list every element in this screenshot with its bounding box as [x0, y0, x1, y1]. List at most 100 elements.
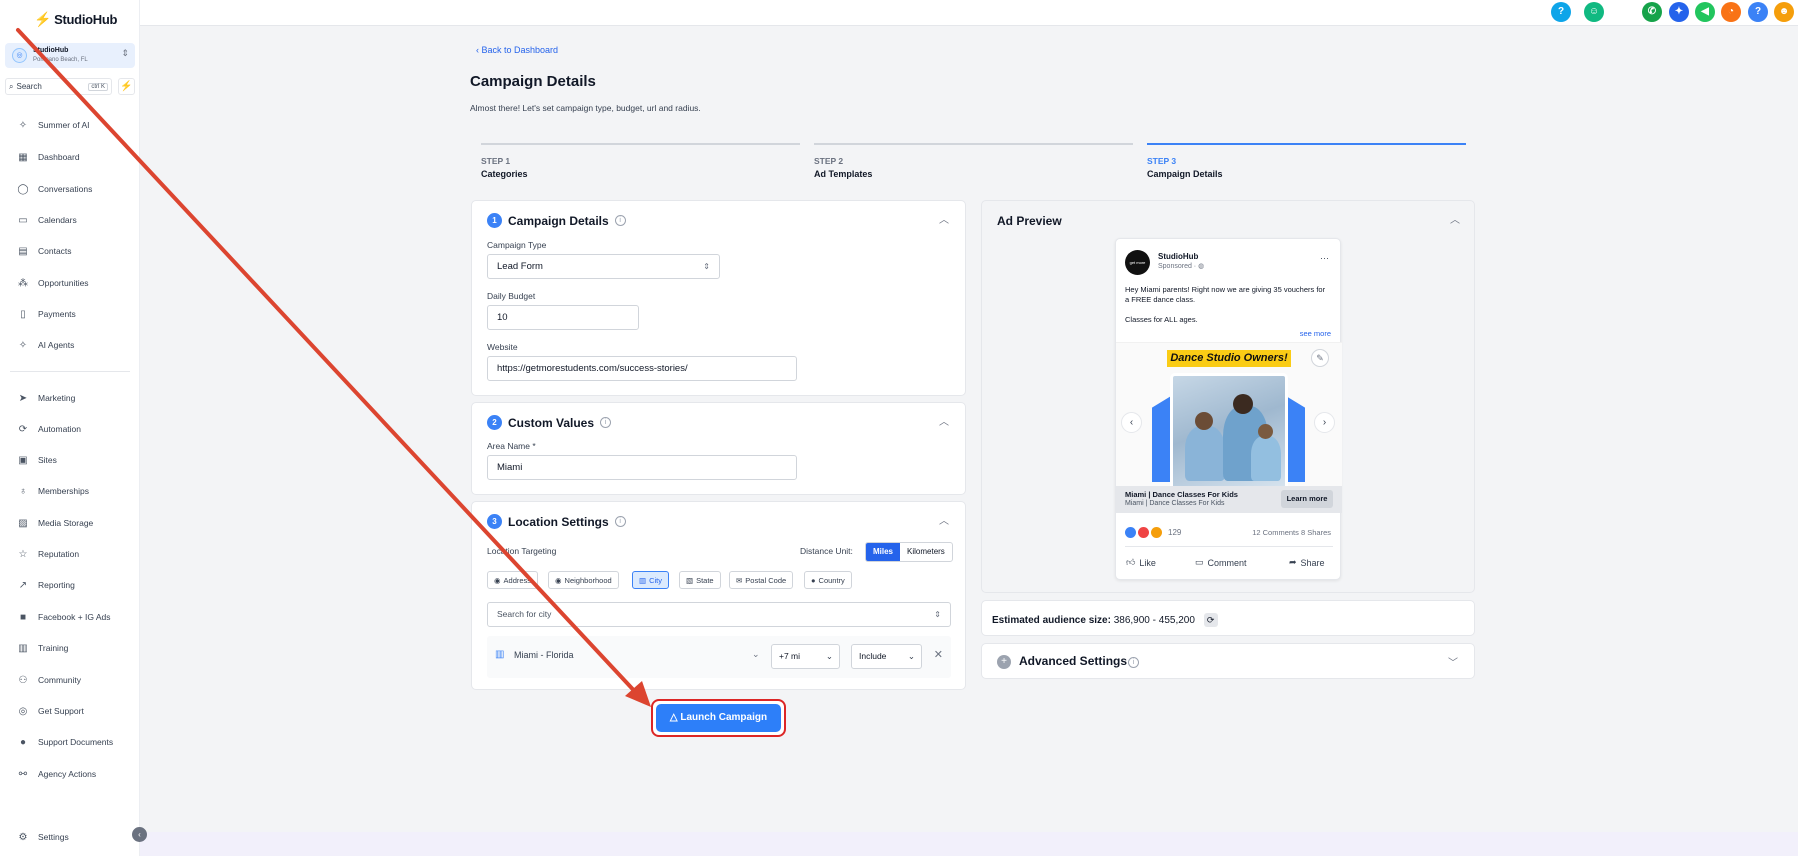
search-input[interactable]: ⌕ Search ctrl K — [5, 78, 112, 95]
sidebar-item-opportunities[interactable]: ⁂ Opportunities — [0, 273, 140, 293]
sidebar-item-sites[interactable]: ▣ Sites — [0, 450, 140, 470]
page-name: StudioHub — [1158, 252, 1199, 261]
city-search-input[interactable]: Search for city ⇕ — [487, 602, 951, 627]
chevron-down-icon: ﹀ — [1448, 658, 1458, 669]
chip-country[interactable]: ● Country — [804, 571, 852, 589]
step-campaign-details[interactable]: STEP 3 Campaign Details — [1147, 143, 1466, 179]
section-header[interactable]: 2 Custom Values i — [487, 415, 612, 430]
contacts-icon: ▤ — [18, 245, 28, 257]
sidebar-item-memberships[interactable]: ♁ Memberships — [0, 481, 140, 501]
account-switcher[interactable]: ◎ StudioHub Pompano Beach, FL ⇕ — [5, 43, 135, 68]
section-header[interactable]: 3 Location Settings i — [487, 514, 626, 529]
sparkle-button[interactable]: ✦ — [1669, 2, 1689, 22]
chip-city[interactable]: ▥ City — [632, 571, 670, 589]
sidebar-item-payments[interactable]: ▯ Payments — [0, 304, 140, 324]
notifications-button[interactable]: ◔ — [1721, 2, 1741, 22]
miles-option[interactable]: Miles — [866, 543, 901, 561]
daily-budget-input[interactable]: 10 — [487, 305, 639, 330]
website-input[interactable]: https://getmorestudents.com/success-stor… — [487, 356, 797, 381]
sparkle-icon: ✧ — [18, 119, 28, 131]
back-to-dashboard-link[interactable]: ‹ Back to Dashboard — [476, 45, 558, 55]
thumbs-up-icon: 👍︎ — [1126, 557, 1136, 567]
carousel-prev-button[interactable]: ‹ — [1121, 412, 1142, 433]
area-name-input[interactable]: Miami — [487, 455, 797, 480]
sidebar-item-label: Settings — [38, 832, 69, 842]
support-help-button[interactable]: ? — [1748, 2, 1768, 22]
carousel-next-button[interactable]: › — [1314, 412, 1335, 433]
info-icon[interactable]: i — [614, 516, 626, 527]
help-button[interactable]: ? — [1551, 2, 1571, 22]
sidebar-item-community[interactable]: ⚇ Community — [0, 670, 140, 690]
photo-figure — [1185, 426, 1225, 481]
sidebar-item-summer-of-ai[interactable]: ✧ Summer of AI — [0, 115, 140, 135]
sidebar-item-dashboard[interactable]: ▦ Dashboard — [0, 147, 140, 167]
city-icon: ▥ — [639, 575, 647, 585]
top-bar: ? ☺ ✆ ✦ ◀ ◔ ? ☻ — [140, 0, 1798, 26]
chevron-up-icon[interactable]: ︿ — [939, 211, 949, 226]
info-icon[interactable]: i — [600, 417, 612, 428]
include-select[interactable]: Include ⌄ — [851, 644, 922, 669]
chip-neighborhood[interactable]: ◉ Neighborhood — [548, 571, 619, 589]
announcements-button[interactable]: ◀ — [1695, 2, 1715, 22]
learn-more-button[interactable]: Learn more — [1281, 490, 1333, 508]
kilometers-option[interactable]: Kilometers — [900, 543, 952, 561]
sidebar-item-reputation[interactable]: ☆ Reputation — [0, 544, 140, 564]
sidebar-item-conversations[interactable]: ◯ Conversations — [0, 179, 140, 199]
chevron-up-icon[interactable]: ︿ — [939, 413, 949, 428]
section-title: Custom Values — [508, 415, 595, 430]
sidebar-item-calendars[interactable]: ▭ Calendars — [0, 210, 140, 230]
sidebar-item-training[interactable]: ▥ Training — [0, 638, 140, 658]
step-ad-templates[interactable]: STEP 2 Ad Templates — [814, 143, 1133, 179]
sidebar-item-support-documents[interactable]: ● Support Documents — [0, 732, 140, 752]
sidebar-item-reporting[interactable]: ↗ Reporting — [0, 575, 140, 595]
like-action[interactable]: 👍︎ Like — [1126, 557, 1156, 568]
facebook-icon: ■ — [19, 611, 27, 623]
see-more-link[interactable]: see more — [1300, 329, 1331, 338]
brand-logo[interactable]: ⚡ StudioHub — [34, 11, 117, 28]
sidebar-item-get-support[interactable]: ◎ Get Support — [0, 701, 140, 721]
sidebar-item-facebook-ig-ads[interactable]: ■ Facebook + IG Ads — [0, 607, 140, 627]
like-reaction-icon — [1125, 527, 1136, 538]
chip-state[interactable]: ▧ State — [679, 571, 721, 589]
sidebar-item-contacts[interactable]: ▤ Contacts — [0, 241, 140, 261]
quick-action-button[interactable]: ⚡ — [118, 78, 135, 95]
share-action[interactable]: ➦ Share — [1289, 557, 1325, 568]
chevron-up-icon[interactable]: ︿ — [1450, 211, 1460, 226]
chevron-down-icon[interactable]: ⌄ — [752, 649, 760, 660]
sidebar-item-media-storage[interactable]: ▨ Media Storage — [0, 513, 140, 533]
comment-action[interactable]: ▭ Comment — [1195, 557, 1247, 568]
section-header[interactable]: 1 Campaign Details i — [487, 213, 626, 228]
chevron-up-icon[interactable]: ︿ — [939, 512, 949, 527]
remove-location-button[interactable]: ✕ — [934, 648, 943, 661]
user-avatar[interactable]: ☻ — [1774, 2, 1794, 22]
sidebar-item-label: Marketing — [38, 393, 76, 403]
sponsored-label: Sponsored · ◍ — [1158, 262, 1204, 270]
chip-address[interactable]: ◉ Address — [487, 571, 539, 589]
share-label: Share — [1300, 557, 1325, 568]
sidebar-item-ai-agents[interactable]: ✧ AI Agents — [0, 335, 140, 355]
phone-button[interactable]: ✆ — [1642, 2, 1662, 22]
campaign-type-select[interactable]: Lead Form ⇕ — [487, 254, 720, 279]
advanced-settings-card[interactable]: + Advanced Settings i ﹀ — [981, 643, 1475, 679]
refresh-icon[interactable]: ⟳ — [1203, 613, 1218, 627]
ai-assistant-button[interactable]: ☺ — [1584, 2, 1604, 22]
sidebar-item-settings[interactable]: ⚙ Settings — [0, 827, 140, 847]
chevron-down-icon: ⌄ — [907, 651, 915, 661]
info-icon[interactable]: i — [614, 215, 626, 226]
sidebar-item-label: Agency Actions — [38, 769, 97, 779]
info-icon[interactable]: i — [1128, 657, 1139, 668]
sidebar-item-automation[interactable]: ⟳ Automation — [0, 419, 140, 439]
edit-image-button[interactable]: ✎ — [1311, 349, 1329, 367]
collapse-sidebar-button[interactable]: ‹ — [132, 827, 147, 842]
radius-select[interactable]: +7 mi ⌄ — [771, 644, 840, 669]
distance-unit-toggle: Miles Kilometers — [865, 542, 953, 562]
photo-figure-head — [1258, 424, 1273, 439]
sidebar-item-agency-actions[interactable]: ⚯ Agency Actions — [0, 764, 140, 784]
step-categories[interactable]: STEP 1 Categories — [481, 143, 800, 179]
sidebar-item-marketing[interactable]: ➤ Marketing — [0, 388, 140, 408]
chip-postal-code[interactable]: ✉ Postal Code — [729, 571, 794, 589]
launch-campaign-button[interactable]: △ Launch Campaign — [656, 704, 781, 732]
cta-subtitle: Miami | Dance Classes For Kids — [1125, 500, 1225, 507]
city-search-placeholder: Search for city — [497, 609, 552, 619]
more-options-icon[interactable]: ··· — [1320, 253, 1329, 263]
